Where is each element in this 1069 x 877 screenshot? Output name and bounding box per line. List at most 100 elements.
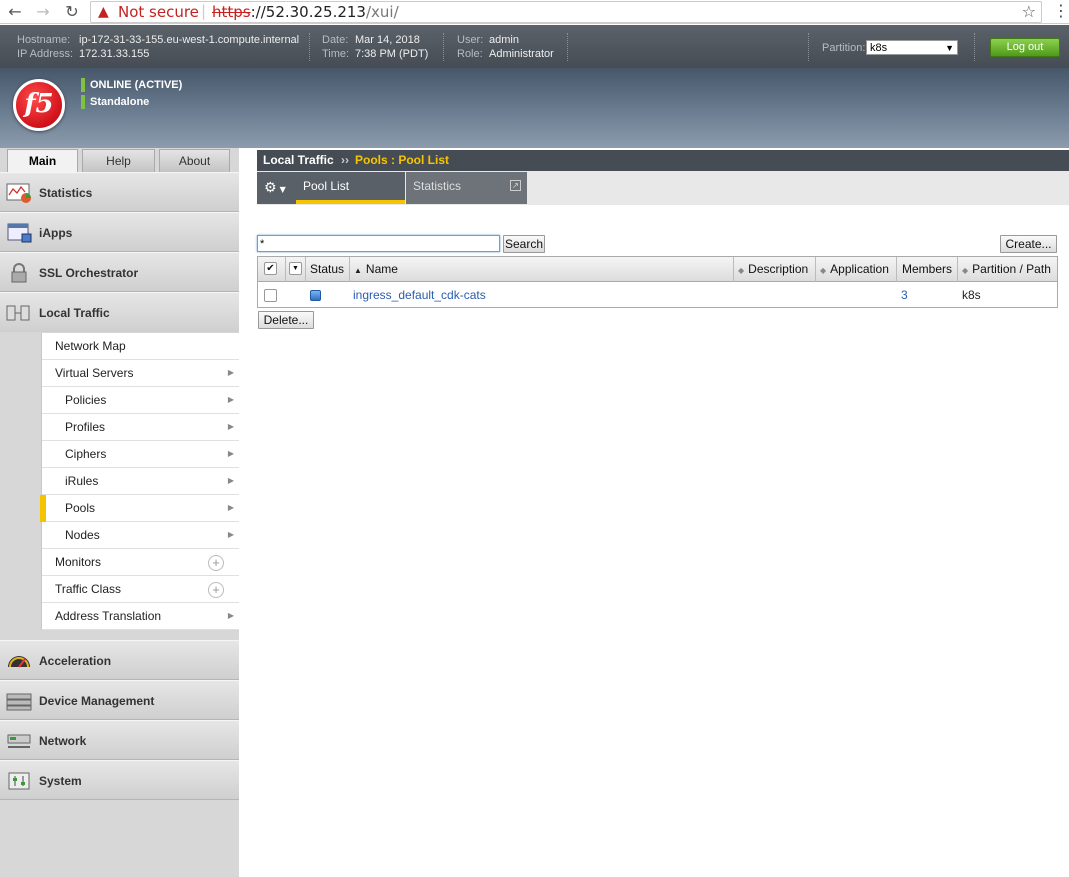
subtab-bar: ⚙ ▼ Pool List Statistics ↗ — [257, 171, 1069, 205]
device-mode: Standalone — [81, 95, 149, 109]
nav-system[interactable]: System — [0, 760, 239, 800]
divider — [567, 33, 568, 61]
external-link-icon[interactable]: ↗ — [510, 180, 521, 191]
statistics-icon — [6, 183, 31, 203]
lock-icon — [11, 263, 27, 283]
sort-ascending-icon: ▲ — [354, 266, 362, 275]
header-dropdown-icon[interactable]: ▼ — [289, 262, 302, 275]
submenu-label: Profiles — [65, 420, 106, 434]
table-row: ingress_default_cdk-cats 3 k8s — [258, 283, 1057, 307]
nav-label: Device Management — [39, 694, 155, 708]
device-icon — [6, 693, 32, 711]
tab-pool-list[interactable]: Pool List — [296, 172, 405, 204]
col-label: Partition / Path — [972, 262, 1051, 276]
nav-ssl-orchestrator[interactable]: SSL Orchestrator — [0, 252, 239, 292]
partition-value: k8s — [870, 42, 888, 54]
submenu-pools[interactable]: Pools ▶ — [40, 495, 239, 522]
gear-menu-button[interactable]: ⚙ ▼ — [257, 172, 296, 204]
logout-button[interactable]: Log out — [990, 38, 1060, 57]
pool-partition: k8s — [962, 288, 981, 302]
tab-about[interactable]: About — [159, 149, 230, 173]
not-secure-label: Not secure — [118, 3, 199, 21]
back-icon[interactable]: ← — [5, 2, 25, 22]
add-icon[interactable]: + — [208, 555, 224, 571]
submenu-network-map[interactable]: Network Map — [42, 333, 239, 360]
ip-value: 172.31.33.155 — [79, 48, 150, 60]
select-all-cell: ✔ — [258, 257, 286, 282]
nav-acceleration[interactable]: Acceleration — [0, 640, 239, 680]
url-separator: | — [201, 2, 207, 20]
tab-statistics[interactable]: Statistics ↗ — [406, 172, 527, 204]
chevron-right-icon: ▶ — [227, 476, 234, 485]
divider — [808, 33, 809, 61]
date-value: Mar 14, 2018 — [355, 34, 420, 46]
table-header: ✔ ▼ Status ▲ Name ◆ Description ◆ Applicati… — [258, 257, 1057, 282]
delete-button[interactable]: Delete... — [258, 311, 314, 329]
dropdown-arrow-icon: ▼ — [945, 43, 954, 53]
tab-label: Statistics — [413, 179, 462, 193]
create-button[interactable]: Create... — [1000, 235, 1057, 253]
nav-label: System — [39, 774, 82, 788]
pool-members-link[interactable]: 3 — [901, 283, 908, 307]
col-description[interactable]: ◆ Description — [734, 257, 816, 282]
submenu-label: Virtual Servers — [55, 366, 134, 380]
row-checkbox[interactable] — [264, 289, 277, 302]
partition-select[interactable]: k8s ▼ — [866, 40, 958, 55]
nav-iapps[interactable]: iApps — [0, 212, 239, 252]
forward-icon[interactable]: → — [33, 2, 53, 22]
pool-name-link[interactable]: ingress_default_cdk-cats — [353, 283, 486, 307]
search-button[interactable]: Search — [503, 235, 545, 253]
divider — [974, 33, 975, 61]
partition-label: Partition: — [822, 42, 866, 54]
browser-menu-icon[interactable]: ⋮ — [1053, 1, 1069, 20]
bookmark-star-icon[interactable]: ☆ — [1022, 2, 1036, 21]
nav-statistics[interactable]: Statistics — [0, 172, 239, 212]
f5-banner: f5 ONLINE (ACTIVE) Standalone — [0, 68, 1069, 148]
search-input[interactable] — [257, 235, 500, 252]
chevron-right-icon: ▶ — [227, 503, 234, 512]
nav-local-traffic[interactable]: Local Traffic — [0, 292, 239, 332]
tab-help[interactable]: Help — [82, 149, 155, 173]
col-name[interactable]: ▲ Name — [350, 257, 734, 282]
select-all-checkbox[interactable]: ✔ — [264, 262, 277, 275]
iapps-icon — [7, 223, 32, 243]
submenu-irules[interactable]: iRules ▶ — [42, 468, 239, 495]
col-partition[interactable]: ◆ Partition / Path — [958, 257, 1057, 282]
nav-network[interactable]: Network — [0, 720, 239, 760]
submenu-ciphers[interactable]: Ciphers ▶ — [42, 441, 239, 468]
chevron-right-icon: ▶ — [227, 368, 234, 377]
breadcrumb: Local Traffic ›› Pools : Pool List — [257, 150, 1069, 171]
col-status[interactable]: Status — [306, 257, 350, 282]
browser-toolbar: ← → ↻ ▲ Not secure | https://52.30.25.21… — [0, 0, 1069, 24]
col-application[interactable]: ◆ Application — [816, 257, 897, 282]
submenu-policies[interactable]: Policies ▶ — [42, 387, 239, 414]
nav-device-management[interactable]: Device Management — [0, 680, 239, 720]
col-members[interactable]: Members — [897, 257, 958, 282]
submenu-profiles[interactable]: Profiles ▶ — [42, 414, 239, 441]
chevron-right-icon: ▶ — [227, 395, 234, 404]
tab-main[interactable]: Main — [7, 149, 78, 173]
nav-tabs: Main Help About — [0, 148, 239, 173]
submenu-label: Nodes — [65, 528, 100, 542]
nav-label: iApps — [39, 226, 73, 240]
reload-icon[interactable]: ↻ — [62, 2, 82, 22]
submenu-traffic-class[interactable]: Traffic Class + — [42, 576, 239, 603]
f5-logo: f5 — [13, 79, 65, 131]
nav-label: Acceleration — [39, 654, 112, 668]
system-info-bar: Hostname: ip-172-31-33-155.eu-west-1.com… — [0, 25, 1069, 68]
submenu-label: Monitors — [55, 555, 102, 569]
chevron-down-icon: ▼ — [279, 185, 286, 194]
url-text[interactable]: https://52.30.25.213/xui/ — [212, 3, 399, 21]
pool-table: ✔ ▼ Status ▲ Name ◆ Description ◆ Applicati… — [257, 256, 1058, 308]
breadcrumb-section[interactable]: Local Traffic — [263, 150, 334, 171]
submenu-monitors[interactable]: Monitors + — [42, 549, 239, 576]
add-icon[interactable]: + — [208, 582, 224, 598]
date-label: Date: — [322, 34, 349, 46]
submenu-nodes[interactable]: Nodes ▶ — [42, 522, 239, 549]
submenu-address-translation[interactable]: Address Translation ▶ — [42, 603, 239, 630]
status-available-icon — [310, 290, 321, 301]
address-bar[interactable]: ▲ Not secure | https://52.30.25.213/xui/… — [90, 1, 1042, 23]
submenu-virtual-servers[interactable]: Virtual Servers ▶ — [42, 360, 239, 387]
nav-label: Local Traffic — [39, 306, 110, 320]
network-icon — [7, 734, 31, 748]
